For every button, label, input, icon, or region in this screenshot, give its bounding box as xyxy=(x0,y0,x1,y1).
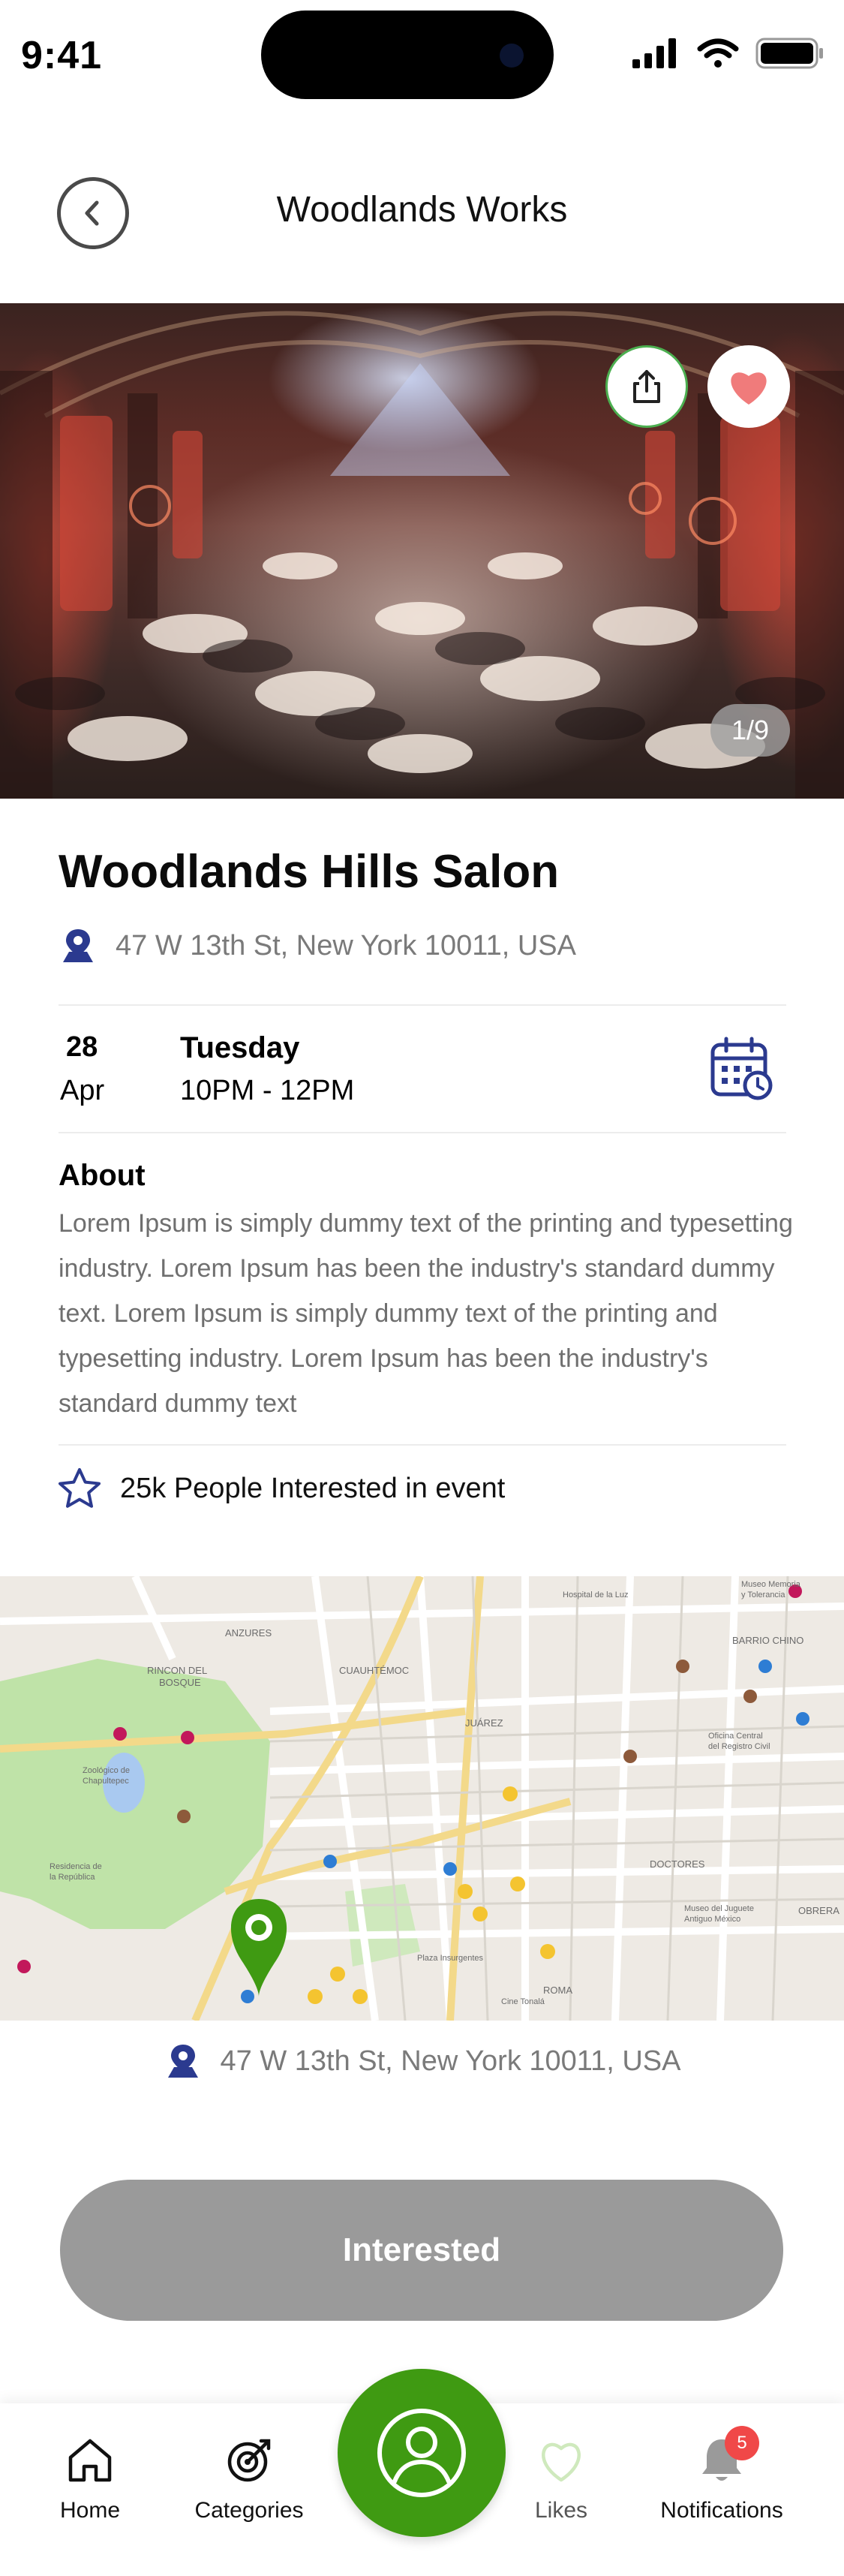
svg-text:DOCTORES: DOCTORES xyxy=(650,1858,705,1870)
heart-outline-icon xyxy=(542,2442,581,2482)
map-address: 47 W 13th St, New York 10011, USA xyxy=(0,2042,844,2081)
date-day: 28 xyxy=(66,1031,98,1063)
map-marker-icon xyxy=(230,1899,287,1997)
categories-icon xyxy=(227,2439,271,2482)
dynamic-island xyxy=(261,11,554,99)
camera-icon xyxy=(500,44,524,68)
date-month: Apr xyxy=(60,1075,105,1106)
svg-text:Antiguo México: Antiguo México xyxy=(684,1915,740,1924)
svg-text:JUÁREZ: JUÁREZ xyxy=(465,1717,503,1729)
svg-text:ROMA: ROMA xyxy=(543,1985,572,1996)
home-icon xyxy=(68,2439,112,2482)
svg-text:Oficina Central: Oficina Central xyxy=(708,1732,763,1741)
svg-text:Zoológico de: Zoológico de xyxy=(83,1766,130,1775)
divider xyxy=(59,1004,786,1006)
interest-text: 25k People Interested in event xyxy=(120,1472,506,1504)
share-button[interactable] xyxy=(605,345,688,428)
nav-categories[interactable]: Categories xyxy=(174,2433,324,2523)
svg-text:Plaza Insurgentes: Plaza Insurgentes xyxy=(417,1954,484,1963)
page-title: Woodlands Works xyxy=(276,190,568,230)
profile-icon xyxy=(377,2409,466,2497)
about-title: About xyxy=(59,1159,146,1192)
event-map[interactable]: ANZURES RINCON DEL BOSQUE CUAUHTÉMOC JUÁ… xyxy=(0,1576,844,2021)
notifications-badge: 5 xyxy=(725,2426,759,2460)
nav-likes[interactable]: Likes xyxy=(486,2433,636,2523)
like-button[interactable] xyxy=(707,345,790,428)
map-address-text: 47 W 13th St, New York 10011, USA xyxy=(220,2045,681,2077)
svg-text:Museo Memoria: Museo Memoria xyxy=(741,1580,801,1589)
nav-likes-label: Likes xyxy=(534,2498,588,2523)
interested-button[interactable]: Interested xyxy=(60,2180,783,2321)
calendar-clock-icon[interactable] xyxy=(708,1036,774,1102)
svg-text:BARRIO CHINO: BARRIO CHINO xyxy=(732,1635,803,1646)
address-text: 47 W 13th St, New York 10011, USA xyxy=(116,929,576,961)
header: Woodlands Works xyxy=(0,143,844,278)
svg-text:Chapultepec: Chapultepec xyxy=(83,1777,129,1786)
location-pin-icon xyxy=(63,929,93,962)
wifi-icon xyxy=(697,38,739,68)
interest-count: 25k People Interested in event xyxy=(57,1467,505,1510)
status-time: 9:41 xyxy=(21,34,103,77)
nav-notifications-label: Notifications xyxy=(660,2498,783,2523)
divider xyxy=(59,1444,786,1446)
nav-categories-label: Categories xyxy=(194,2498,304,2523)
share-icon xyxy=(633,370,660,403)
svg-text:Hospital de la Luz: Hospital de la Luz xyxy=(563,1590,628,1599)
profile-button[interactable] xyxy=(338,2369,506,2537)
svg-text:la República: la República xyxy=(50,1873,95,1882)
nav-notifications[interactable]: 5 Notifications xyxy=(647,2426,797,2523)
svg-text:CUAUHTÉMOC: CUAUHTÉMOC xyxy=(339,1665,409,1676)
status-bar: 9:41 xyxy=(0,0,844,113)
status-icons xyxy=(632,38,824,69)
svg-text:OBRERA: OBRERA xyxy=(798,1905,839,1916)
location-pin-icon xyxy=(167,2045,198,2078)
date-time: 10PM - 12PM xyxy=(180,1075,355,1106)
divider xyxy=(59,1132,786,1133)
battery-icon xyxy=(755,38,823,69)
svg-text:Cine Tonalá: Cine Tonalá xyxy=(501,1997,545,2006)
date-weekday: Tuesday xyxy=(180,1031,300,1064)
event-title: Woodlands Hills Salon xyxy=(59,846,560,898)
map-illustration: ANZURES RINCON DEL BOSQUE CUAUHTÉMOC JUÁ… xyxy=(0,1576,844,2021)
svg-text:Residencia de: Residencia de xyxy=(50,1862,102,1871)
svg-text:ANZURES: ANZURES xyxy=(225,1627,272,1639)
event-hero-image[interactable]: 1/9 xyxy=(0,303,844,799)
about-text: Lorem Ipsum is simply dummy text of the … xyxy=(59,1209,793,1418)
event-address: 47 W 13th St, New York 10011, USA xyxy=(59,926,576,965)
svg-text:y Tolerancia: y Tolerancia xyxy=(741,1590,785,1599)
nav-home-label: Home xyxy=(59,2498,121,2523)
signal-icon xyxy=(632,38,676,68)
svg-text:Museo del Juguete: Museo del Juguete xyxy=(684,1904,754,1913)
star-icon xyxy=(59,1468,101,1508)
svg-text:BOSQUE: BOSQUE xyxy=(159,1677,201,1688)
heart-icon xyxy=(731,372,767,405)
svg-text:del Registro Civil: del Registro Civil xyxy=(708,1742,770,1751)
nav-home[interactable]: Home xyxy=(15,2433,165,2523)
image-counter: 1/9 xyxy=(710,704,790,757)
svg-text:RINCON DEL: RINCON DEL xyxy=(147,1665,207,1676)
